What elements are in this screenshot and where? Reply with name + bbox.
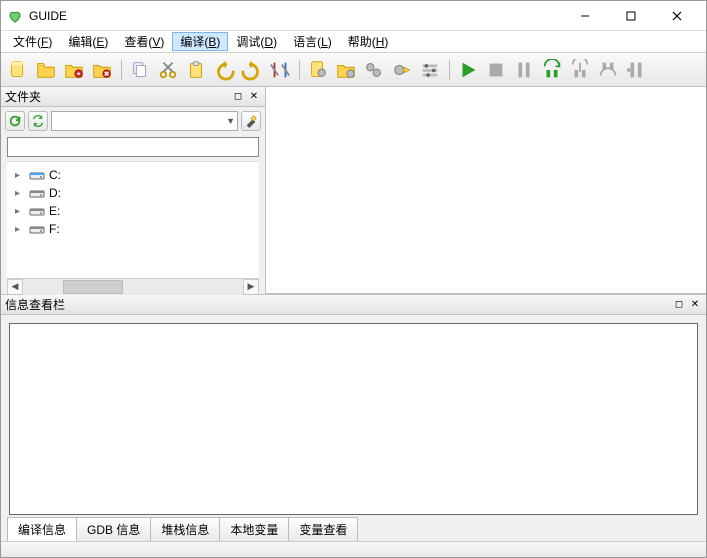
- compile-button[interactable]: [305, 57, 331, 83]
- folder-filter-input[interactable]: [7, 137, 259, 157]
- close-button[interactable]: [654, 1, 700, 31]
- panel-float-button[interactable]: ◻: [231, 90, 245, 104]
- info-tab[interactable]: 堆栈信息: [150, 517, 220, 541]
- drive-item[interactable]: ▸ E:: [7, 202, 259, 220]
- expand-icon[interactable]: ▸: [15, 188, 25, 199]
- app-icon: [7, 8, 23, 24]
- folder-refresh-button[interactable]: [5, 111, 25, 131]
- menu-v[interactable]: 查看(V): [116, 31, 172, 52]
- options-button[interactable]: [417, 57, 443, 83]
- folder-panel-header: 文件夹 ◻ ✕: [1, 87, 265, 107]
- scroll-track[interactable]: [23, 279, 243, 295]
- open-file-button[interactable]: [33, 57, 59, 83]
- drive-tree[interactable]: ▸ C: ▸ D: ▸ E: ▸ F:: [7, 161, 259, 278]
- minimize-button[interactable]: [562, 1, 608, 31]
- build-all-button[interactable]: [361, 57, 387, 83]
- pause-button[interactable]: [511, 57, 537, 83]
- maximize-button[interactable]: [608, 1, 654, 31]
- scroll-left-button[interactable]: ◀: [7, 279, 23, 295]
- scroll-right-button[interactable]: ▶: [243, 279, 259, 295]
- menubar: 文件(F)编辑(E)查看(V)编译(B)调试(D)语言(L)帮助(H): [1, 31, 706, 53]
- redo-button[interactable]: [239, 57, 265, 83]
- info-tab[interactable]: 本地变量: [219, 517, 289, 541]
- app-title: GUIDE: [29, 9, 67, 23]
- menu-d[interactable]: 调试(D): [228, 31, 285, 52]
- drive-item[interactable]: ▸ D:: [7, 184, 259, 202]
- step-into-button[interactable]: [567, 57, 593, 83]
- cut-button[interactable]: [155, 57, 181, 83]
- folder-clear-button[interactable]: [241, 111, 261, 131]
- step-out-button[interactable]: [595, 57, 621, 83]
- copy-button[interactable]: [127, 57, 153, 83]
- drive-icon: [29, 186, 45, 200]
- info-panel-title: 信息查看栏: [5, 296, 65, 313]
- folder-hscroll[interactable]: ◀ ▶: [7, 278, 259, 294]
- new-file-button[interactable]: [5, 57, 31, 83]
- info-float-button[interactable]: ◻: [672, 298, 686, 312]
- scroll-thumb[interactable]: [63, 280, 123, 294]
- titlebar: GUIDE: [1, 1, 706, 31]
- paste-button[interactable]: [183, 57, 209, 83]
- toolbar-separator: [445, 57, 453, 83]
- settings-button[interactable]: [267, 57, 293, 83]
- undo-button[interactable]: [211, 57, 237, 83]
- expand-icon[interactable]: ▸: [15, 224, 25, 235]
- folder-sync-button[interactable]: [28, 111, 48, 131]
- info-panel-header: 信息查看栏 ◻ ✕: [1, 295, 706, 315]
- build-run-button[interactable]: [389, 57, 415, 83]
- info-output[interactable]: [9, 323, 698, 515]
- panel-close-button[interactable]: ✕: [247, 90, 261, 104]
- info-panel: 信息查看栏 ◻ ✕ 编译信息GDB 信息堆栈信息本地变量变量查看: [1, 294, 706, 541]
- drive-icon: [29, 204, 45, 218]
- step-over-button[interactable]: [539, 57, 565, 83]
- folder-toolbar: ▼: [1, 107, 265, 135]
- info-tab[interactable]: 变量查看: [288, 517, 358, 541]
- menu-b[interactable]: 编译(B): [172, 32, 228, 51]
- drive-label: C:: [49, 168, 61, 182]
- menu-f[interactable]: 文件(F): [5, 31, 60, 52]
- drive-label: D:: [49, 186, 61, 200]
- run-button[interactable]: [455, 57, 481, 83]
- drive-item[interactable]: ▸ C:: [7, 166, 259, 184]
- info-close-button[interactable]: ✕: [688, 298, 702, 312]
- save-file-button[interactable]: [61, 57, 87, 83]
- folder-path-combo[interactable]: ▼: [51, 111, 238, 131]
- toolbar-separator: [117, 57, 125, 83]
- drive-label: E:: [49, 204, 60, 218]
- info-tab[interactable]: 编译信息: [7, 517, 77, 541]
- step-return-button[interactable]: [623, 57, 649, 83]
- build-button[interactable]: [333, 57, 359, 83]
- drive-label: F:: [49, 222, 60, 236]
- menu-e[interactable]: 编辑(E): [60, 31, 116, 52]
- drive-item[interactable]: ▸ F:: [7, 220, 259, 238]
- expand-icon[interactable]: ▸: [15, 206, 25, 217]
- editor-area[interactable]: [266, 87, 706, 294]
- drive-icon: [29, 168, 45, 182]
- menu-l[interactable]: 语言(L): [285, 31, 340, 52]
- folder-panel-title: 文件夹: [5, 88, 41, 105]
- menu-h[interactable]: 帮助(H): [340, 31, 397, 52]
- drive-icon: [29, 222, 45, 236]
- info-tab[interactable]: GDB 信息: [76, 517, 151, 541]
- statusbar: [1, 541, 706, 557]
- toolbar-separator: [295, 57, 303, 83]
- close-file-button[interactable]: [89, 57, 115, 83]
- expand-icon[interactable]: ▸: [15, 170, 25, 181]
- main-area: 文件夹 ◻ ✕ ▼ ▸ C: ▸ D: ▸ E: ▸ F: ◀ ▶: [1, 87, 706, 294]
- folder-panel: 文件夹 ◻ ✕ ▼ ▸ C: ▸ D: ▸ E: ▸ F: ◀ ▶: [1, 87, 266, 294]
- info-tabs: 编译信息GDB 信息堆栈信息本地变量变量查看: [1, 519, 706, 541]
- toolbar: [1, 53, 706, 87]
- stop-button[interactable]: [483, 57, 509, 83]
